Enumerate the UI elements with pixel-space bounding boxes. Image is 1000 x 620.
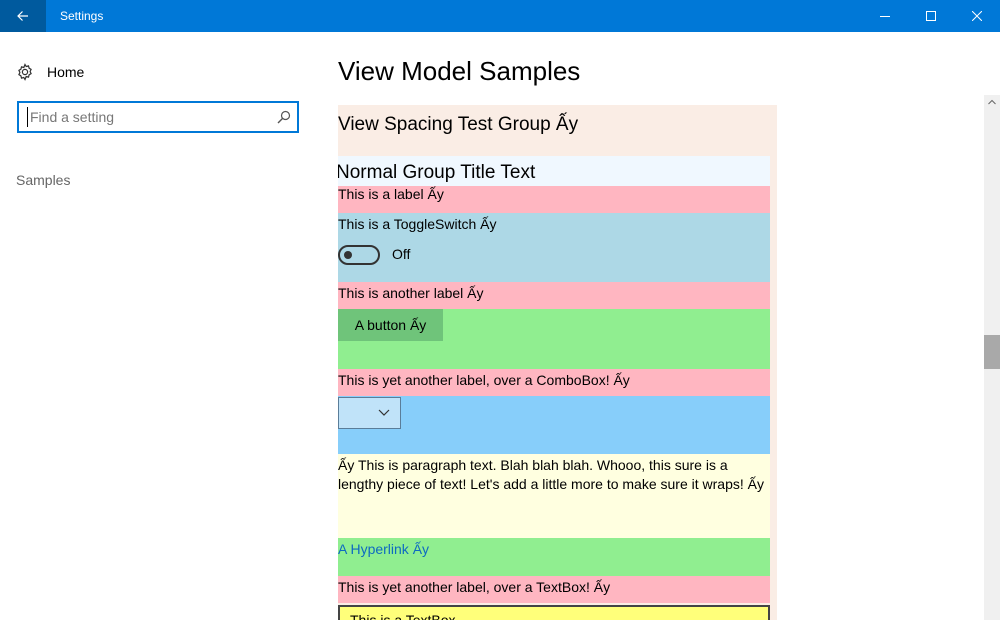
chevron-down-icon bbox=[378, 409, 390, 416]
paragraph-row: Ấy This is paragraph text. Blah blah bla… bbox=[338, 454, 770, 538]
home-label: Home bbox=[47, 64, 85, 80]
toggle-knob bbox=[344, 251, 352, 259]
maximize-icon bbox=[926, 11, 936, 21]
view-spacing-test-group: View Spacing Test Group Ấy Normal Group … bbox=[338, 105, 777, 620]
sample-textbox[interactable] bbox=[338, 605, 770, 620]
close-icon bbox=[972, 11, 982, 21]
label-3: This is yet another label, over a ComboB… bbox=[338, 372, 630, 388]
gear-icon bbox=[18, 63, 32, 81]
toggle-row: This is a ToggleSwitch Ấy Off bbox=[338, 213, 770, 282]
combo-row bbox=[338, 396, 770, 454]
sidebar-item-samples[interactable]: Samples bbox=[16, 172, 70, 188]
scroll-up-arrow-icon[interactable] bbox=[988, 99, 996, 105]
label-row-2: This is another label Ấy bbox=[338, 282, 770, 309]
textbox-row bbox=[338, 603, 770, 620]
label-row-4: This is yet another label, over a TextBo… bbox=[338, 576, 770, 603]
label-1: This is a label Ấy bbox=[338, 186, 444, 202]
scrollbar-thumb[interactable] bbox=[984, 335, 1000, 369]
vertical-scrollbar[interactable] bbox=[984, 95, 1000, 620]
toggle-state: Off bbox=[392, 246, 411, 262]
group-title: View Spacing Test Group Ấy bbox=[338, 114, 579, 135]
button-row: A button Ấy bbox=[338, 309, 770, 369]
search-input[interactable] bbox=[27, 107, 267, 127]
hyperlink-row: A Hyperlink Ấy bbox=[338, 538, 770, 576]
label-row-1: This is a label Ấy bbox=[338, 186, 770, 213]
normal-group-header: Normal Group Title Text bbox=[338, 156, 770, 186]
title-bar: Settings bbox=[0, 0, 1000, 32]
sidebar-item-home[interactable]: Home bbox=[16, 62, 84, 82]
paragraph-text: Ấy This is paragraph text. Blah blah bla… bbox=[338, 457, 764, 492]
normal-group-title: Normal Group Title Text bbox=[338, 162, 536, 183]
combo-box[interactable] bbox=[338, 397, 401, 429]
back-button[interactable] bbox=[0, 0, 46, 32]
sample-button[interactable]: A button Ấy bbox=[338, 309, 443, 341]
search-icon[interactable] bbox=[277, 110, 291, 124]
close-button[interactable] bbox=[954, 0, 1000, 32]
page-title: View Model Samples bbox=[338, 56, 581, 86]
minimize-button[interactable] bbox=[862, 0, 908, 32]
window-title: Settings bbox=[60, 9, 104, 23]
sample-hyperlink[interactable]: A Hyperlink Ấy bbox=[338, 541, 429, 557]
label-4: This is yet another label, over a TextBo… bbox=[338, 579, 611, 595]
minimize-icon bbox=[880, 16, 890, 17]
toggle-label: This is a ToggleSwitch Ấy bbox=[338, 216, 497, 232]
toggle-switch[interactable] bbox=[338, 245, 380, 265]
search-box[interactable] bbox=[17, 101, 299, 133]
label-row-3: This is yet another label, over a ComboB… bbox=[338, 369, 770, 396]
back-arrow-icon bbox=[17, 11, 28, 21]
label-2: This is another label Ấy bbox=[338, 285, 484, 301]
maximize-button[interactable] bbox=[908, 0, 954, 32]
